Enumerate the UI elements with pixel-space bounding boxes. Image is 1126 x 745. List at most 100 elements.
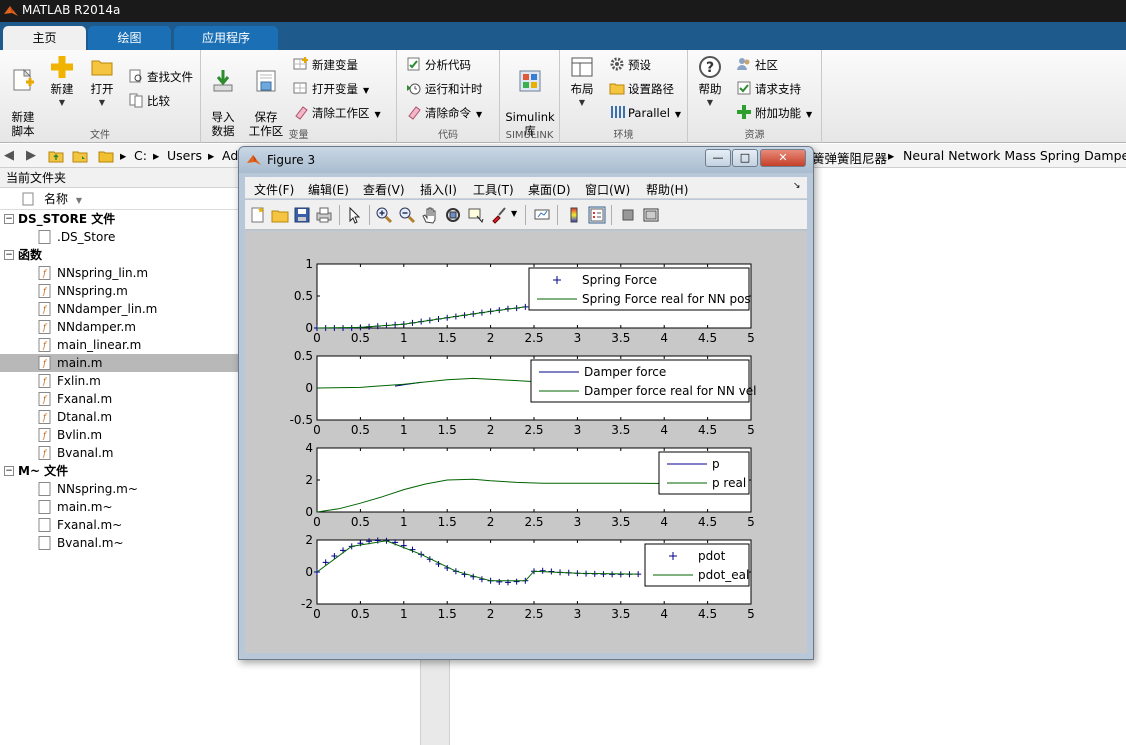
- preferences-button[interactable]: 预设: [609, 55, 651, 75]
- legend[interactable]: Spring Force Spring Force real for NN pos: [528, 267, 751, 311]
- figure-title-bar[interactable]: Figure 3 — □ ✕: [239, 147, 813, 173]
- legend[interactable]: p p real: [658, 451, 750, 495]
- tab-plots[interactable]: 绘图: [88, 26, 171, 50]
- crumb-spring-damper-folder[interactable]: 簧弹簧阻尼器: [812, 148, 887, 167]
- brush-icon[interactable]: [490, 206, 508, 224]
- forward-arrow-icon[interactable]: ▶: [26, 148, 36, 163]
- analyze-code-button[interactable]: 分析代码: [406, 55, 471, 75]
- legend-entry: p real: [712, 476, 746, 490]
- file-list-item[interactable]: f NNspring_lin.m: [0, 264, 238, 282]
- request-support-button[interactable]: 请求支持: [736, 79, 801, 99]
- zoom-in-icon[interactable]: [375, 206, 393, 224]
- file-list-item[interactable]: f NNdamper.m: [0, 318, 238, 336]
- name-column-header[interactable]: 名称 ▼: [0, 188, 238, 210]
- legend[interactable]: pdot pdot_eal: [644, 543, 750, 587]
- parallel-button[interactable]: Parallel ▼: [609, 103, 681, 123]
- menu-file[interactable]: 文件(F): [254, 181, 294, 198]
- colorbar-icon[interactable]: [565, 206, 583, 224]
- file-list-item[interactable]: f NNdamper_lin.m: [0, 300, 238, 318]
- dock-arrow-icon[interactable]: ↘: [793, 181, 801, 191]
- community-button[interactable]: 社区: [736, 55, 778, 75]
- hide-plot-tools-icon[interactable]: [619, 206, 637, 224]
- collapse-toggle-icon[interactable]: −: [4, 466, 14, 476]
- back-arrow-icon[interactable]: ◀: [4, 148, 14, 163]
- analyze-code-icon: [407, 57, 420, 71]
- crumb-nn-folder[interactable]: Neural Network Mass Spring Damper: [903, 148, 1126, 163]
- open-file-icon[interactable]: [271, 206, 289, 224]
- subplot-1[interactable]: 0 0.5 1 1.5 2 2.5 3 3.5 4 4.5 500.51Spring ForceSp…: [294, 257, 755, 345]
- find-files-button[interactable]: 查找文件: [128, 67, 193, 87]
- zoom-out-icon[interactable]: [398, 206, 416, 224]
- menu-edit[interactable]: 编辑(E): [308, 181, 349, 198]
- open-variable-button[interactable]: 打开变量 ▼: [293, 79, 369, 99]
- function-file-icon: f: [38, 356, 51, 370]
- new-figure-icon[interactable]: [249, 206, 267, 224]
- menu-window[interactable]: 窗口(W): [585, 181, 630, 198]
- folder-group-header[interactable]: − DS_STORE 文件: [0, 210, 238, 228]
- set-path-button[interactable]: 设置路径: [609, 79, 674, 99]
- data-cursor-icon[interactable]: [467, 206, 485, 224]
- browse-folder-icon[interactable]: [72, 148, 88, 164]
- maximize-button[interactable]: □: [732, 149, 758, 167]
- collapse-toggle-icon[interactable]: −: [4, 250, 14, 260]
- file-list-item[interactable]: f NNspring.m: [0, 282, 238, 300]
- file-list-item[interactable]: f Fxlin.m: [0, 372, 238, 390]
- menu-view[interactable]: 查看(V): [363, 181, 405, 198]
- open-button[interactable]: 打开 ▼: [86, 54, 118, 110]
- clear-workspace-button[interactable]: 清除工作区 ▼: [293, 103, 381, 123]
- addons-button[interactable]: 附加功能 ▼: [736, 103, 812, 123]
- file-list-item[interactable]: NNspring.m~: [0, 480, 238, 498]
- simulink-library-button[interactable]: Simulink 库: [505, 54, 555, 138]
- crumb-drive[interactable]: C:: [134, 148, 147, 163]
- file-list-item[interactable]: main.m~: [0, 498, 238, 516]
- print-icon[interactable]: [315, 206, 333, 224]
- tab-home[interactable]: 主页: [3, 26, 86, 50]
- layout-button[interactable]: 布局 ▼: [566, 54, 598, 110]
- brush-dropdown-icon[interactable]: ▼: [511, 209, 517, 218]
- file-list-item[interactable]: Fxanal.m~: [0, 516, 238, 534]
- x-tick-label: 2: [487, 331, 495, 345]
- help-button[interactable]: ? 帮助 ▼: [696, 54, 724, 110]
- save-icon[interactable]: [293, 206, 311, 224]
- file-list-item[interactable]: f Bvanal.m: [0, 444, 238, 462]
- pan-hand-icon[interactable]: [421, 206, 439, 224]
- file-list-item[interactable]: .DS_Store: [0, 228, 238, 246]
- crumb-user[interactable]: Ad: [222, 148, 238, 163]
- close-button[interactable]: ✕: [760, 149, 806, 167]
- subplot-4[interactable]: 0 0.5 1 1.5 2 2.5 3 3.5 4 4.5 5-202pdotpdot_eal: [301, 533, 755, 621]
- link-plot-icon[interactable]: [533, 206, 551, 224]
- file-list-item[interactable]: f main.m: [0, 354, 238, 372]
- pointer-icon[interactable]: [345, 206, 363, 224]
- menu-insert[interactable]: 插入(I): [420, 181, 457, 198]
- menu-help[interactable]: 帮助(H): [646, 181, 688, 198]
- minimize-button[interactable]: —: [705, 149, 731, 167]
- rotate-3d-icon[interactable]: [444, 206, 462, 224]
- x-tick-label: 1.5: [438, 331, 457, 345]
- file-list-item[interactable]: f Dtanal.m: [0, 408, 238, 426]
- function-file-icon: f: [38, 266, 51, 280]
- file-list-item[interactable]: Bvanal.m~: [0, 534, 238, 552]
- show-plot-tools-icon[interactable]: [642, 206, 660, 224]
- file-list-item[interactable]: f main_linear.m: [0, 336, 238, 354]
- new-variable-button[interactable]: 新建变量: [293, 55, 358, 75]
- legend[interactable]: Damper force Damper force real for NN vel: [530, 359, 757, 403]
- figure-canvas[interactable]: 0 0.5 1 1.5 2 2.5 3 3.5 4 4.5 5 0 0.5 1 Spring Force Sp…: [245, 231, 807, 653]
- figure-plots[interactable]: 0 0.5 1 1.5 2 2.5 3 3.5 4 4.5 500.51Spring ForceSp…: [245, 231, 807, 653]
- subplot-3[interactable]: 0 0.5 1 1.5 2 2.5 3 3.5 4 4.5 5 0 2 4 p p real: [305, 441, 754, 529]
- up-folder-icon[interactable]: [48, 148, 64, 164]
- compare-button[interactable]: 比较: [128, 91, 170, 111]
- crumb-users[interactable]: Users: [167, 148, 202, 163]
- subplot-2[interactable]: 0 0.5 1 1.5 2 2.5 3 3.5 4 4.5 5-0.500.5Damper forc…: [290, 349, 757, 437]
- folder-group-header[interactable]: − M~ 文件: [0, 462, 238, 480]
- menu-desktop[interactable]: 桌面(D): [528, 181, 571, 198]
- clear-commands-button[interactable]: 清除命令 ▼: [406, 103, 482, 123]
- menu-tools[interactable]: 工具(T): [473, 181, 514, 198]
- new-button[interactable]: 新建 ▼: [46, 54, 78, 110]
- legend-icon[interactable]: [588, 206, 606, 224]
- tab-apps[interactable]: 应用程序: [174, 26, 278, 50]
- collapse-toggle-icon[interactable]: −: [4, 214, 14, 224]
- file-list-item[interactable]: f Bvlin.m: [0, 426, 238, 444]
- run-and-time-button[interactable]: 运行和计时: [406, 79, 483, 99]
- file-list-item[interactable]: f Fxanal.m: [0, 390, 238, 408]
- folder-group-header[interactable]: − 函数: [0, 246, 238, 264]
